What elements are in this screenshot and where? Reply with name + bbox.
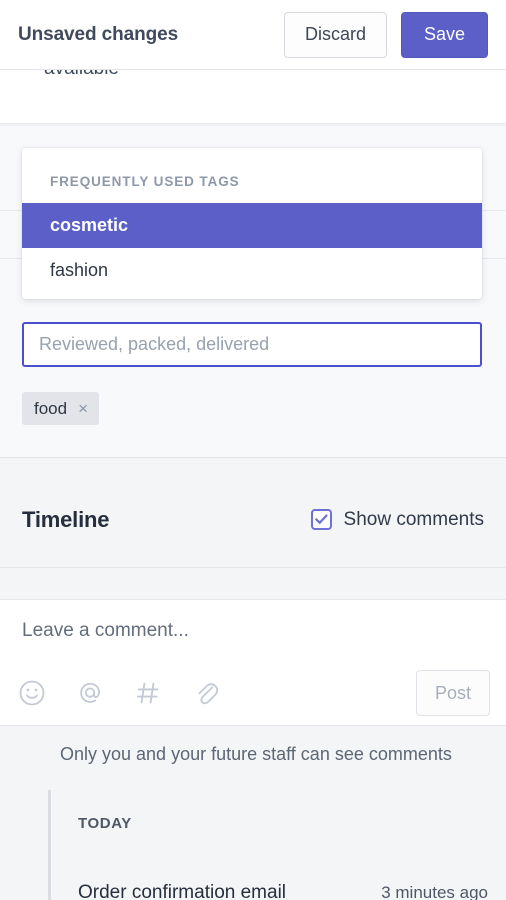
dropdown-section-header: FREQUENTLY USED TAGS bbox=[50, 174, 240, 189]
check-icon bbox=[314, 514, 328, 524]
post-comment-button[interactable]: Post bbox=[416, 670, 490, 716]
discard-button[interactable]: Discard bbox=[283, 11, 387, 58]
hashtag-icon[interactable] bbox=[134, 672, 192, 714]
timeline-day-label: TODAY bbox=[78, 815, 132, 832]
order-detail-page: available Unsaved changes Discard Save V… bbox=[0, 0, 506, 900]
show-comments-toggle[interactable]: Show comments bbox=[310, 508, 484, 531]
timeline-event-title: Order confirmation email bbox=[78, 882, 287, 900]
show-comments-checkbox[interactable] bbox=[310, 509, 332, 530]
tag-chip-label: food bbox=[34, 398, 68, 418]
timeline-gap-strip bbox=[0, 569, 506, 600]
applied-tags-list: food × bbox=[22, 392, 100, 425]
save-button[interactable]: Save bbox=[400, 11, 488, 58]
unsaved-changes-title: Unsaved changes bbox=[18, 23, 179, 45]
remove-tag-icon[interactable]: × bbox=[78, 400, 88, 417]
composer-tool-row bbox=[18, 672, 250, 714]
timeline-event-row[interactable]: Order confirmation email 3 minutes ago bbox=[78, 882, 488, 900]
timeline-vertical-line bbox=[48, 790, 51, 900]
tag-input[interactable]: Reviewed, packed, delivered bbox=[22, 322, 482, 367]
emoji-icon[interactable] bbox=[18, 672, 76, 714]
show-comments-label: Show comments bbox=[343, 508, 484, 530]
timeline-event-time: 3 minutes ago bbox=[381, 883, 488, 900]
attachment-icon[interactable] bbox=[192, 672, 250, 714]
tag-input-placeholder: Reviewed, packed, delivered bbox=[39, 334, 270, 354]
comment-input[interactable]: Leave a comment... bbox=[22, 620, 189, 642]
tag-suggestions-dropdown: FREQUENTLY USED TAGS cosmetic fashion bbox=[22, 148, 482, 299]
timeline-title: Timeline bbox=[22, 506, 110, 532]
comments-privacy-note: Only you and your future staff can see c… bbox=[60, 744, 452, 764]
tag-chip-food[interactable]: food × bbox=[22, 392, 100, 425]
timeline-header: Timeline Show comments bbox=[0, 472, 506, 568]
unsaved-changes-bar: Unsaved changes Discard Save bbox=[0, 0, 506, 70]
timeline-feed: Only you and your future staff can see c… bbox=[0, 727, 506, 900]
mention-icon[interactable] bbox=[76, 672, 134, 714]
tag-option-cosmetic[interactable]: cosmetic bbox=[22, 203, 482, 248]
tag-option-fashion[interactable]: fashion bbox=[22, 248, 482, 293]
